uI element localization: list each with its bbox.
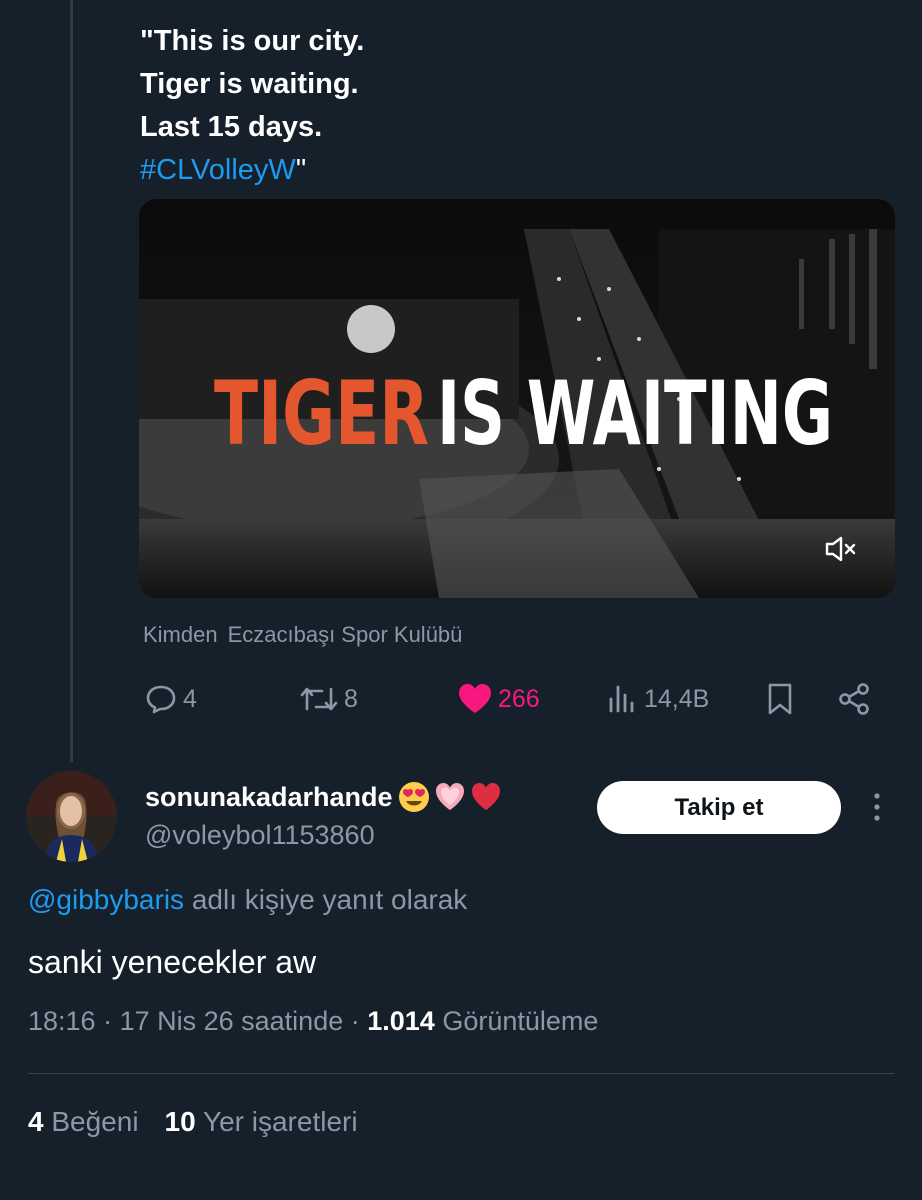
bookmark-button[interactable] xyxy=(764,676,796,722)
pink-heart-emoji-icon xyxy=(435,783,464,810)
views-button[interactable]: 14,4B xyxy=(606,676,709,722)
share-icon xyxy=(839,683,869,715)
retweet-button[interactable]: 8 xyxy=(298,676,358,722)
mute-toggle-button[interactable] xyxy=(823,534,857,564)
quote-line-3: Last 15 days. xyxy=(140,111,323,143)
analytics-icon xyxy=(609,685,634,713)
speaker-muted-icon xyxy=(825,536,856,562)
source-prefix: Kimden xyxy=(143,622,218,647)
quote-line-2: Tiger is waiting. xyxy=(140,68,359,100)
avatar[interactable] xyxy=(26,771,117,862)
more-options-button[interactable] xyxy=(866,790,888,824)
reply-to-suffix: adlı kişiye yanıt olarak xyxy=(191,884,468,915)
share-button[interactable] xyxy=(836,676,872,722)
reply-button[interactable]: 4 xyxy=(143,676,197,722)
thread-connector-line xyxy=(70,0,73,762)
more-vertical-icon xyxy=(874,793,880,821)
like-button[interactable]: 266 xyxy=(456,676,540,722)
quote-line-4: #CLVolleyW" xyxy=(140,149,364,192)
video-frame: TIGER IS WAITING xyxy=(139,199,895,598)
author-name-text: sonunakadarhande xyxy=(145,781,393,812)
replying-to-line: @gibbybaris adlı kişiye yanıt olarak xyxy=(28,884,467,916)
tweet-text: sanki yenecekler aw xyxy=(28,944,317,980)
reply-to-mention[interactable]: @gibbybaris xyxy=(28,884,184,915)
bookmarks-stat-label: Yer işaretleri xyxy=(202,1106,358,1137)
tweet-views-count: 1.014 xyxy=(367,1006,435,1036)
source-name[interactable]: Eczacıbaşı Spor Kulübü xyxy=(228,622,463,647)
quote-line-1: "This is our city. xyxy=(140,25,365,57)
heart-eyes-emoji-icon xyxy=(398,782,429,812)
likes-stat-count: 4 xyxy=(28,1106,44,1137)
like-count: 266 xyxy=(498,684,540,713)
headline-tiger: TIGER xyxy=(214,362,429,465)
tweet-views-label: Görüntüleme xyxy=(442,1006,599,1036)
bookmark-icon xyxy=(768,683,792,715)
stadium-light xyxy=(347,305,395,353)
tweet-metadata: 18:16 · 17 Nis 26 saatinde · 1.014 Görün… xyxy=(28,1006,599,1036)
engagement-stats: 4 Beğeni 10 Yer işaretleri xyxy=(28,1106,358,1138)
retweet-icon xyxy=(300,687,338,711)
views-count: 14,4B xyxy=(644,684,710,713)
reply-icon xyxy=(146,685,176,714)
action-bar: 4 8 266 14,4B xyxy=(0,676,922,722)
video-media[interactable]: TIGER IS WAITING xyxy=(139,199,895,598)
headline-is-waiting: IS WAITING xyxy=(437,362,833,465)
follow-button[interactable]: Takip et xyxy=(597,781,841,834)
avatar-image xyxy=(26,771,117,862)
tweet-date[interactable]: 17 Nis 26 saatinde xyxy=(120,1006,344,1036)
hashtag-link[interactable]: #CLVolleyW xyxy=(140,154,296,186)
divider xyxy=(28,1073,894,1074)
author-display-name[interactable]: sonunakadarhande xyxy=(145,780,503,814)
retweet-count: 8 xyxy=(344,684,358,713)
heart-filled-icon xyxy=(459,684,491,713)
bookmarks-stat[interactable]: 10 Yer işaretleri xyxy=(165,1106,358,1138)
red-heart-emoji-icon xyxy=(471,783,500,810)
likes-stat-label: Beğeni xyxy=(51,1106,139,1137)
reply-count: 4 xyxy=(183,684,197,713)
tweet-time[interactable]: 18:16 xyxy=(28,1006,96,1036)
author-handle[interactable]: @voleybol1153860 xyxy=(145,820,375,851)
closing-quote: " xyxy=(295,154,307,186)
bookmarks-stat-count: 10 xyxy=(164,1106,196,1137)
quoted-tweet-text: "This is our city. Tiger is waiting. Las… xyxy=(140,20,364,192)
likes-stat[interactable]: 4 Beğeni xyxy=(28,1106,139,1138)
quote-source: Kimden Eczacıbaşı Spor Kulübü xyxy=(143,622,462,648)
name-emojis xyxy=(395,780,503,814)
tweet-detail-page: "This is our city. Tiger is waiting. Las… xyxy=(0,0,922,1200)
